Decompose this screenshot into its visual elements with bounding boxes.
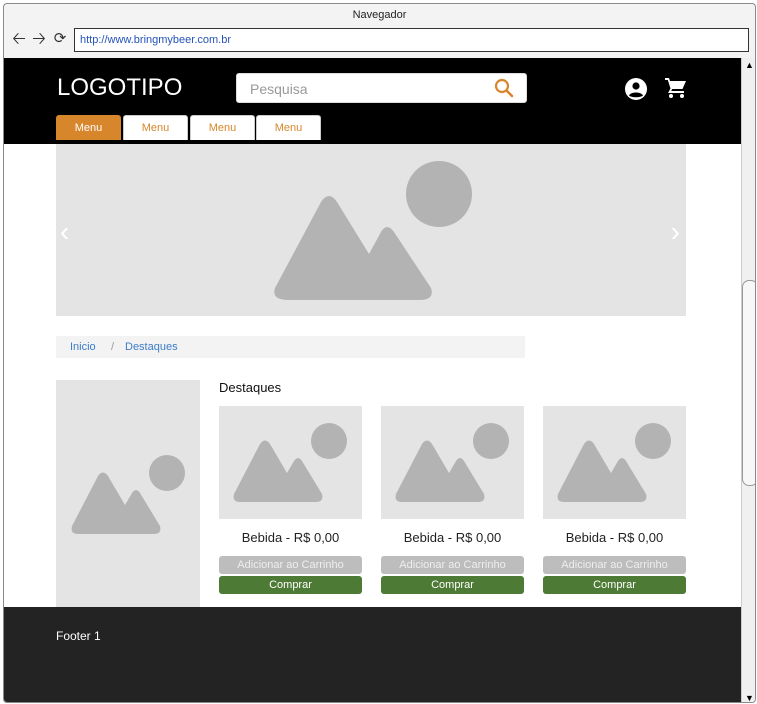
search-input[interactable]: Pesquisa bbox=[236, 73, 527, 103]
side-image bbox=[56, 380, 200, 608]
image-placeholder-icon bbox=[71, 455, 185, 534]
product-name: Bebida - R$ 0,00 bbox=[565, 530, 664, 545]
product-image[interactable] bbox=[543, 406, 686, 519]
buy-button[interactable]: Comprar bbox=[543, 576, 686, 594]
logo[interactable]: LOGOTIPO bbox=[57, 74, 182, 102]
site-footer: Footer 1 bbox=[4, 607, 741, 702]
carousel-next-icon[interactable]: › bbox=[671, 216, 680, 248]
scroll-down-icon[interactable]: ▼ bbox=[745, 693, 754, 702]
search-placeholder: Pesquisa bbox=[250, 81, 308, 97]
product-image[interactable] bbox=[219, 406, 362, 519]
search-icon[interactable] bbox=[494, 78, 514, 103]
menu-tab-1[interactable]: Menu bbox=[56, 115, 121, 140]
back-arrow-icon[interactable]: 🡠 bbox=[10, 28, 28, 50]
breadcrumb: Inicio / Destaques bbox=[56, 336, 525, 358]
forward-arrow-icon[interactable]: 🡢 bbox=[30, 28, 48, 50]
footer-label: Footer 1 bbox=[56, 629, 101, 643]
breadcrumb-current[interactable]: Destaques bbox=[125, 336, 178, 358]
shopping-cart-icon[interactable] bbox=[664, 76, 688, 105]
menu-tab-2[interactable]: Menu bbox=[123, 115, 188, 140]
add-to-cart-button[interactable]: Adicionar ao Carrinho bbox=[381, 556, 524, 574]
breadcrumb-home[interactable]: Inicio bbox=[70, 336, 96, 358]
menu-tab-4[interactable]: Menu bbox=[256, 115, 321, 140]
site-header: LOGOTIPO Pesquisa Menu Menu Menu Menu bbox=[4, 58, 741, 144]
image-placeholder-icon bbox=[557, 423, 671, 502]
image-placeholder-icon bbox=[395, 423, 509, 502]
scroll-up-icon[interactable]: ▲ bbox=[745, 60, 754, 70]
banner-carousel: ‹ › bbox=[56, 144, 686, 316]
image-placeholder-icon bbox=[233, 423, 347, 502]
product-image[interactable] bbox=[381, 406, 524, 519]
window-title: Navegador bbox=[352, 9, 407, 21]
carousel-prev-icon[interactable]: ‹ bbox=[60, 216, 69, 248]
buy-button[interactable]: Comprar bbox=[381, 576, 524, 594]
buy-button[interactable]: Comprar bbox=[219, 576, 362, 594]
url-bar[interactable]: http://www.bringmybeer.com.br bbox=[74, 28, 749, 52]
image-placeholder-icon bbox=[274, 161, 472, 300]
page-content: LOGOTIPO Pesquisa Menu Menu Menu Menu ‹ bbox=[4, 58, 741, 702]
add-to-cart-button[interactable]: Adicionar ao Carrinho bbox=[219, 556, 362, 574]
scrollbar-thumb[interactable] bbox=[742, 280, 755, 486]
menu-tab-3[interactable]: Menu bbox=[190, 115, 255, 140]
user-account-icon[interactable] bbox=[624, 77, 648, 106]
breadcrumb-separator: / bbox=[111, 341, 115, 353]
product-name: Bebida - R$ 0,00 bbox=[241, 530, 340, 545]
product-name: Bebida - R$ 0,00 bbox=[403, 530, 502, 545]
reload-icon[interactable]: ⟳ bbox=[51, 28, 69, 50]
add-to-cart-button[interactable]: Adicionar ao Carrinho bbox=[543, 556, 686, 574]
vertical-scrollbar[interactable]: ▲ ▼ bbox=[741, 58, 755, 702]
browser-window: Navegador 🡠 🡢 ⟳ http://www.bringmybeer.c… bbox=[3, 3, 756, 703]
section-title: Destaques bbox=[219, 380, 282, 395]
